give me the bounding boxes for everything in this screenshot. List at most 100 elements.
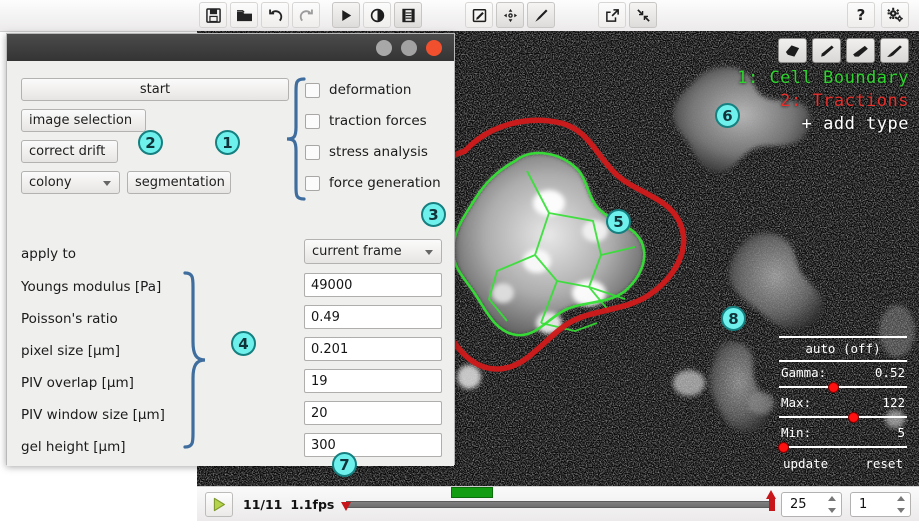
min-slider[interactable] [779, 442, 907, 452]
max-value: 122 [882, 395, 905, 410]
reset-button[interactable]: reset [865, 456, 903, 471]
paintbrush-icon[interactable] [880, 38, 909, 63]
pen-icon[interactable] [812, 38, 841, 63]
callout-marker-1: 1 [215, 130, 240, 155]
chevron-down-icon [103, 181, 111, 186]
checkbox-traction-forces[interactable]: traction forces [305, 113, 427, 129]
min-row: Min: 5 [779, 422, 907, 442]
analysis-dialog: start image selection correct drift colo… [6, 33, 455, 465]
export-icon[interactable] [598, 2, 626, 28]
undo-icon[interactable] [261, 2, 289, 28]
play-icon[interactable] [332, 2, 360, 28]
checkbox-stress-analysis[interactable]: stress analysis [305, 144, 428, 160]
param-label-piv-overlap: PIV overlap [µm] [21, 375, 134, 391]
checkbox-deformation-label: deformation [329, 82, 411, 98]
shrink-icon[interactable] [629, 2, 657, 28]
frame-slider-range [451, 487, 494, 498]
dialog-titlebar[interactable] [7, 34, 454, 61]
apply-to-select[interactable]: current frame [304, 239, 442, 264]
play-button[interactable] [205, 492, 233, 517]
close-button[interactable] [426, 40, 442, 56]
toolbar-right-group: ? [847, 2, 909, 28]
gamma-label: Gamma: [781, 365, 826, 380]
max-slider[interactable] [779, 412, 907, 422]
dialog-body: start image selection correct drift colo… [7, 61, 454, 466]
polygon-icon[interactable] [778, 38, 807, 63]
checkbox-force-generation-box[interactable] [305, 176, 320, 191]
gamma-slider-knob[interactable] [828, 382, 839, 393]
max-slider-knob[interactable] [848, 412, 859, 423]
step-spinbox-value: 1 [859, 497, 867, 512]
colony-select[interactable]: colony [21, 171, 120, 194]
max-label: Max: [781, 395, 811, 410]
min-slider-rail [779, 446, 907, 448]
add-type-button[interactable]: + add type [737, 113, 909, 136]
spinbox-arrows[interactable] [827, 496, 836, 513]
contrast-icon[interactable] [363, 2, 391, 28]
frame-slider-handle-end[interactable] [766, 490, 777, 511]
colony-select-value: colony [29, 175, 72, 190]
gear-icon[interactable] [881, 2, 909, 28]
toolbar-export-group [598, 2, 657, 28]
image-selection-button[interactable]: image selection [21, 109, 146, 132]
eraser-icon[interactable] [846, 38, 875, 63]
auto-toggle[interactable]: auto (off) [779, 338, 907, 360]
min-slider-knob[interactable] [778, 442, 789, 453]
move-icon[interactable] [496, 2, 524, 28]
spin-down-icon[interactable] [897, 508, 905, 513]
spinbox-arrows[interactable] [896, 496, 905, 513]
handle-triangle [341, 502, 351, 511]
checkbox-deformation[interactable]: deformation [305, 82, 411, 98]
callout-marker-4: 4 [231, 331, 256, 356]
minimize-button[interactable] [376, 40, 392, 56]
edit-icon[interactable] [465, 2, 493, 28]
spin-down-icon[interactable] [828, 508, 836, 513]
frame-slider-rail [346, 501, 772, 508]
gamma-slider[interactable] [779, 382, 907, 392]
param-input-gel-height[interactable]: 300 [304, 433, 442, 457]
segmentation-button[interactable]: segmentation [127, 171, 231, 194]
update-button[interactable]: update [783, 456, 828, 471]
fps-spinbox[interactable]: 25 [781, 492, 842, 517]
param-input-poissons-ratio[interactable]: 0.49 [304, 305, 442, 329]
play-icon [211, 497, 227, 512]
layer-item-cell-boundary[interactable]: 1: Cell Boundary [737, 67, 909, 90]
overlay-tool-buttons [778, 38, 909, 63]
spin-up-icon[interactable] [828, 496, 836, 501]
redo-icon[interactable] [292, 2, 320, 28]
save-icon[interactable] [199, 2, 227, 28]
param-input-piv-window-size[interactable]: 20 [304, 401, 442, 425]
checkbox-stress-analysis-label: stress analysis [329, 144, 428, 160]
param-input-piv-overlap[interactable]: 19 [304, 369, 442, 393]
callout-marker-5: 5 [606, 209, 631, 234]
callout-marker-3: 3 [421, 202, 446, 227]
brush-icon[interactable] [527, 2, 555, 28]
param-label-gel-height: gel height [µm] [21, 439, 126, 455]
top-toolbar: ? [0, 0, 919, 32]
min-label: Min: [781, 425, 811, 440]
open-folder-icon[interactable] [230, 2, 258, 28]
layer-item-tractions[interactable]: 2: Tractions [737, 90, 909, 113]
correct-drift-button[interactable]: correct drift [21, 140, 118, 163]
filmstrip-icon[interactable] [394, 2, 422, 28]
frame-slider[interactable] [346, 492, 772, 516]
checkbox-deformation-box[interactable] [305, 83, 320, 98]
checkbox-traction-forces-box[interactable] [305, 114, 320, 129]
param-input-pixel-size[interactable]: 0.201 [304, 337, 442, 361]
callout-marker-7: 7 [332, 452, 357, 477]
spin-up-icon[interactable] [897, 496, 905, 501]
handle-triangle [766, 490, 776, 499]
help-icon[interactable]: ? [847, 2, 875, 28]
frame-slider-handle-start[interactable] [341, 502, 352, 511]
param-label-poissons-ratio: Poisson's ratio [21, 311, 118, 327]
handle-stem [769, 499, 775, 511]
param-input-youngs-modulus[interactable]: 49000 [304, 273, 442, 297]
checkbox-force-generation-label: force generation [329, 175, 441, 191]
fps-label: 1.1fps [290, 497, 334, 512]
step-spinbox[interactable]: 1 [850, 492, 911, 517]
checkbox-stress-analysis-box[interactable] [305, 145, 320, 160]
start-button[interactable]: start [21, 78, 289, 101]
max-row: Max: 122 [779, 392, 907, 412]
checkbox-force-generation[interactable]: force generation [305, 175, 441, 191]
maximize-button[interactable] [401, 40, 417, 56]
